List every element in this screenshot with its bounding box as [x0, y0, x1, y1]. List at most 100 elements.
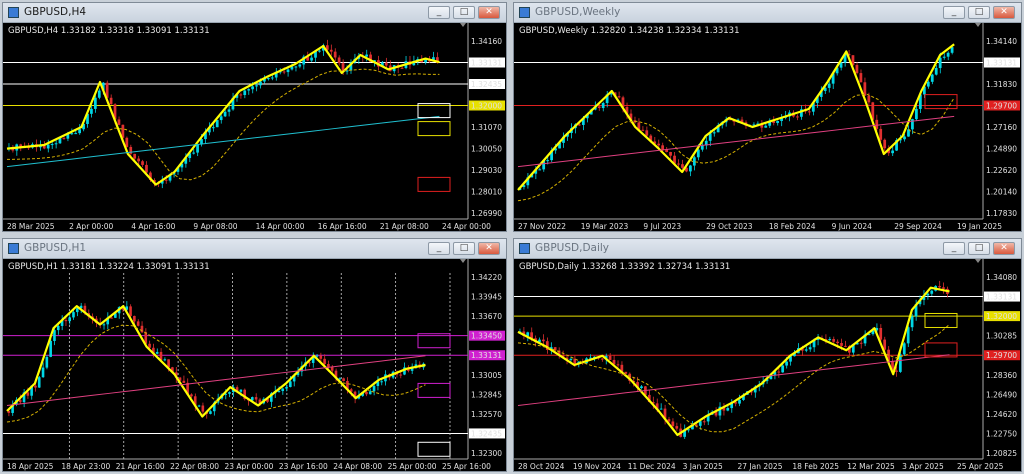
candle-body	[117, 119, 121, 125]
price-axis-label: 1.29030	[471, 166, 502, 175]
chart-area[interactable]: 1.34080 1.33131 1.32000 1.30285 1.29700 1.283…	[514, 259, 1021, 471]
chart-background	[3, 23, 506, 231]
window-titlebar[interactable]: GBPUSD,H4 _ □ ✕	[3, 3, 506, 23]
time-axis-label: 28 Mar 2025	[7, 222, 55, 231]
window-titlebar[interactable]: GBPUSD,Weekly _ □ ✕	[514, 3, 1021, 23]
price-axis-label: 1.30285	[986, 332, 1017, 341]
maximize-button[interactable]: □	[453, 242, 475, 255]
candle-body	[133, 153, 137, 159]
candle-body	[333, 51, 337, 58]
chart-window-daily[interactable]: GBPUSD,Daily _ □ ✕ 1.34080 1.33131 1.32000…	[513, 238, 1022, 472]
candle-body	[546, 160, 550, 162]
candle-body	[323, 358, 326, 365]
candle-body	[255, 85, 258, 87]
candle-body	[75, 308, 79, 313]
minimize-button[interactable]: _	[428, 242, 450, 255]
price-axis-label: 1.32300	[471, 449, 502, 458]
window-title: GBPUSD,H4	[24, 6, 87, 18]
candle-body	[215, 120, 219, 128]
candle-body	[49, 340, 52, 357]
candle-body	[597, 106, 601, 109]
chart-background	[3, 259, 506, 471]
candle-body	[289, 381, 292, 388]
chart-window-h4[interactable]: GBPUSD,H4 _ □ ✕ 1.34160 1.33131 1.32435 1.3…	[2, 2, 507, 232]
chart-area[interactable]: 1.34220 1.33945 1.33670 1.33450 1.33131 1.330…	[3, 259, 506, 471]
candle-body	[182, 380, 186, 383]
chart-window-weekly[interactable]: GBPUSD,Weekly _ □ ✕ 1.34140 1.33131 1.3183…	[513, 2, 1022, 232]
candle-body	[950, 47, 954, 53]
candle-body	[282, 71, 286, 73]
candle-body	[228, 392, 231, 394]
chart-area[interactable]: 1.34160 1.33131 1.32435 1.32000 1.31070 1.300…	[3, 23, 506, 231]
time-axis-label: 19 Mar 2023	[581, 222, 629, 231]
candle-body	[251, 86, 254, 90]
candle-body	[669, 152, 672, 156]
price-axis-label: 1.32000	[986, 312, 1017, 321]
price-chart[interactable]: 1.34160 1.33131 1.32435 1.32000 1.31070 1.300…	[3, 23, 506, 231]
candle-body	[45, 356, 49, 368]
time-axis-label: 27 Nov 2022	[518, 222, 566, 231]
price-axis-label: 1.22620	[986, 166, 1017, 175]
candle-body	[90, 108, 93, 114]
candle-body	[368, 391, 372, 395]
price-axis-label: 1.33670	[471, 312, 502, 321]
close-button[interactable]: ✕	[478, 242, 500, 255]
candle-body	[72, 312, 75, 318]
maximize-button[interactable]: □	[968, 242, 990, 255]
candle-body	[855, 65, 859, 74]
time-axis-label: 18 Feb 2024	[769, 222, 816, 231]
maximize-button[interactable]: □	[453, 6, 475, 19]
candle-body	[859, 342, 863, 344]
candle-body	[254, 397, 258, 400]
candle-body	[56, 325, 60, 331]
candle-body	[616, 364, 620, 366]
window-titlebar[interactable]: GBPUSD,Daily _ □ ✕	[514, 239, 1021, 259]
price-axis-label: 1.29700	[986, 351, 1017, 360]
candle-body	[696, 149, 700, 158]
window-titlebar[interactable]: GBPUSD,H1 _ □ ✕	[3, 239, 506, 259]
candle-body	[133, 315, 136, 322]
minimize-button[interactable]: _	[428, 6, 450, 19]
minimize-button[interactable]: _	[943, 6, 965, 19]
candle-body	[298, 64, 302, 67]
candle-body	[617, 96, 621, 98]
price-chart[interactable]: 1.34220 1.33945 1.33670 1.33450 1.33131 1.330…	[3, 259, 506, 471]
price-chart[interactable]: 1.34140 1.33131 1.31830 1.29700 1.27160 1.248…	[514, 23, 1021, 231]
close-button[interactable]: ✕	[993, 6, 1015, 19]
time-axis-label: 19 Nov 2024	[573, 462, 621, 471]
price-chart[interactable]: 1.34080 1.33131 1.32000 1.30285 1.29700 1.283…	[514, 259, 1021, 471]
candle-body	[930, 290, 934, 294]
close-button[interactable]: ✕	[478, 6, 500, 19]
candle-body	[68, 317, 71, 322]
candle-body	[384, 62, 388, 66]
minimize-button[interactable]: _	[943, 242, 965, 255]
candle-body	[659, 408, 663, 410]
candle-body	[227, 109, 231, 112]
maximize-button[interactable]: □	[968, 6, 990, 19]
candle-body	[827, 83, 831, 88]
price-axis-label: 1.34220	[471, 273, 502, 282]
candle-body	[712, 132, 716, 134]
candle-body	[365, 391, 368, 395]
chart-icon	[519, 243, 530, 254]
time-axis-label: 25 Apr 00:00	[388, 462, 437, 471]
candle-body	[804, 349, 808, 351]
candle-body	[608, 355, 612, 360]
candle-body	[577, 124, 581, 126]
chart-background	[514, 23, 1021, 231]
candle-body	[102, 324, 106, 326]
chart-area[interactable]: 1.34140 1.33131 1.31830 1.29700 1.27160 1.248…	[514, 23, 1021, 231]
candle-body	[219, 116, 223, 121]
candle-body	[294, 66, 298, 68]
price-axis-label: 1.20825	[986, 449, 1017, 458]
time-axis-label: 23 Apr 00:00	[225, 462, 274, 471]
candle-body	[934, 68, 938, 75]
time-axis-label: 3 Jan 2025	[683, 462, 723, 471]
price-axis-label: 1.33450	[471, 332, 502, 341]
close-button[interactable]: ✕	[993, 242, 1015, 255]
chart-window-h1[interactable]: GBPUSD,H1 _ □ ✕ 1.34220 1.33945 1.33670 1.3…	[2, 238, 507, 472]
price-axis-label: 1.32845	[471, 390, 502, 399]
price-axis-label: 1.33131	[471, 59, 502, 68]
symbol-info: GBPUSD,H1 1.33181 1.33224 1.33091 1.3313…	[8, 262, 210, 272]
candle-body	[243, 90, 247, 96]
